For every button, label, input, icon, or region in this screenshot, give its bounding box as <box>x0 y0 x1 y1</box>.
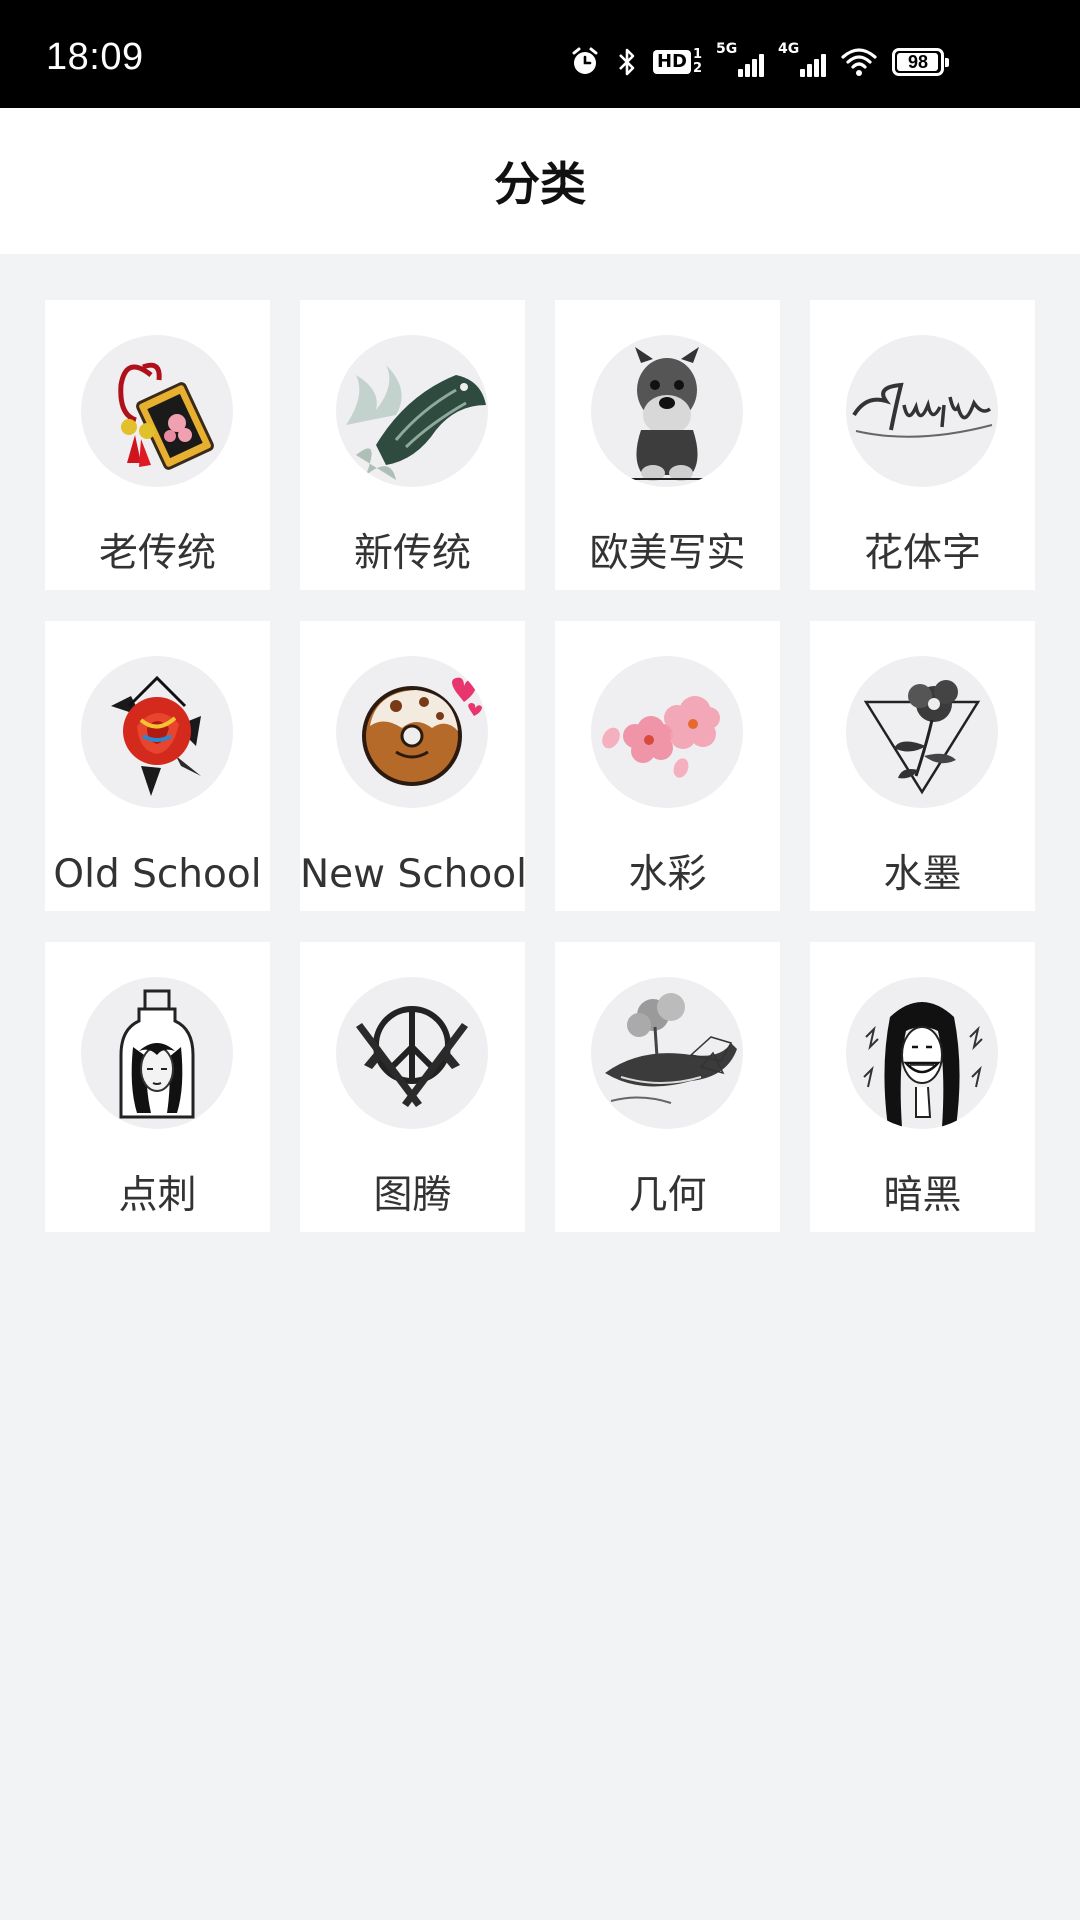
category-label: 几何 <box>628 1173 707 1218</box>
koi-fish-icon <box>336 335 488 487</box>
category-card-dark[interactable]: 暗黑 <box>810 942 1035 1232</box>
category-label: 暗黑 <box>883 1173 962 1218</box>
hd-call-icon: HD 1 2 <box>652 48 702 76</box>
status-bar: 18:09 HD 1 2 5G 4G 98 <box>0 0 1080 108</box>
cherry-blossom-icon <box>591 656 743 808</box>
peace-rifles-icon <box>336 977 488 1129</box>
bluetooth-icon <box>615 46 639 78</box>
wifi-icon <box>840 47 878 77</box>
category-label: 水墨 <box>883 852 962 897</box>
script-lettering-icon <box>846 335 998 487</box>
category-label: New School <box>300 852 527 897</box>
page-title: 分类 <box>494 157 586 211</box>
category-label: Old School <box>53 852 262 897</box>
signal-5g-icon: 5G <box>716 41 764 77</box>
page-header: 分类 <box>0 108 1080 254</box>
status-time: 18:09 <box>46 36 144 78</box>
girl-in-bottle-icon <box>81 977 233 1129</box>
donut-icon <box>336 656 488 808</box>
category-card-new-traditional[interactable]: 新传统 <box>300 300 525 590</box>
category-grid: 老传统 新传统 欧美写实 花体字 Old School New School 水… <box>45 300 1035 1232</box>
status-icons: HD 1 2 5G 4G 98 <box>569 41 949 82</box>
category-label: 图腾 <box>373 1173 452 1218</box>
ink-flower-triangle-icon <box>846 656 998 808</box>
category-label: 点刺 <box>118 1173 197 1218</box>
category-card-geometric[interactable]: 几何 <box>555 942 780 1232</box>
category-card-realism[interactable]: 欧美写实 <box>555 300 780 590</box>
category-card-new-school[interactable]: New School <box>300 621 527 911</box>
omamori-charm-icon <box>81 335 233 487</box>
category-label: 水彩 <box>628 852 707 897</box>
category-card-tribal[interactable]: 图腾 <box>300 942 525 1232</box>
alarm-icon <box>569 46 601 78</box>
category-label: 新传统 <box>353 531 471 576</box>
category-label: 花体字 <box>863 531 981 576</box>
schnauzer-dog-icon <box>591 335 743 487</box>
category-label: 老传统 <box>98 531 216 576</box>
category-card-old-school[interactable]: Old School <box>45 621 270 911</box>
category-card-watercolor[interactable]: 水彩 <box>555 621 780 911</box>
category-card-script[interactable]: 花体字 <box>810 300 1035 590</box>
rose-icon <box>81 656 233 808</box>
dark-smile-girl-icon <box>846 977 998 1129</box>
category-label: 欧美写实 <box>589 531 746 576</box>
battery-icon: 98 <box>892 48 949 76</box>
category-card-dotwork[interactable]: 点刺 <box>45 942 270 1232</box>
category-card-old-traditional[interactable]: 老传统 <box>45 300 270 590</box>
geometric-whale-icon <box>591 977 743 1129</box>
category-card-ink[interactable]: 水墨 <box>810 621 1035 911</box>
signal-4g-icon: 4G <box>778 41 826 77</box>
